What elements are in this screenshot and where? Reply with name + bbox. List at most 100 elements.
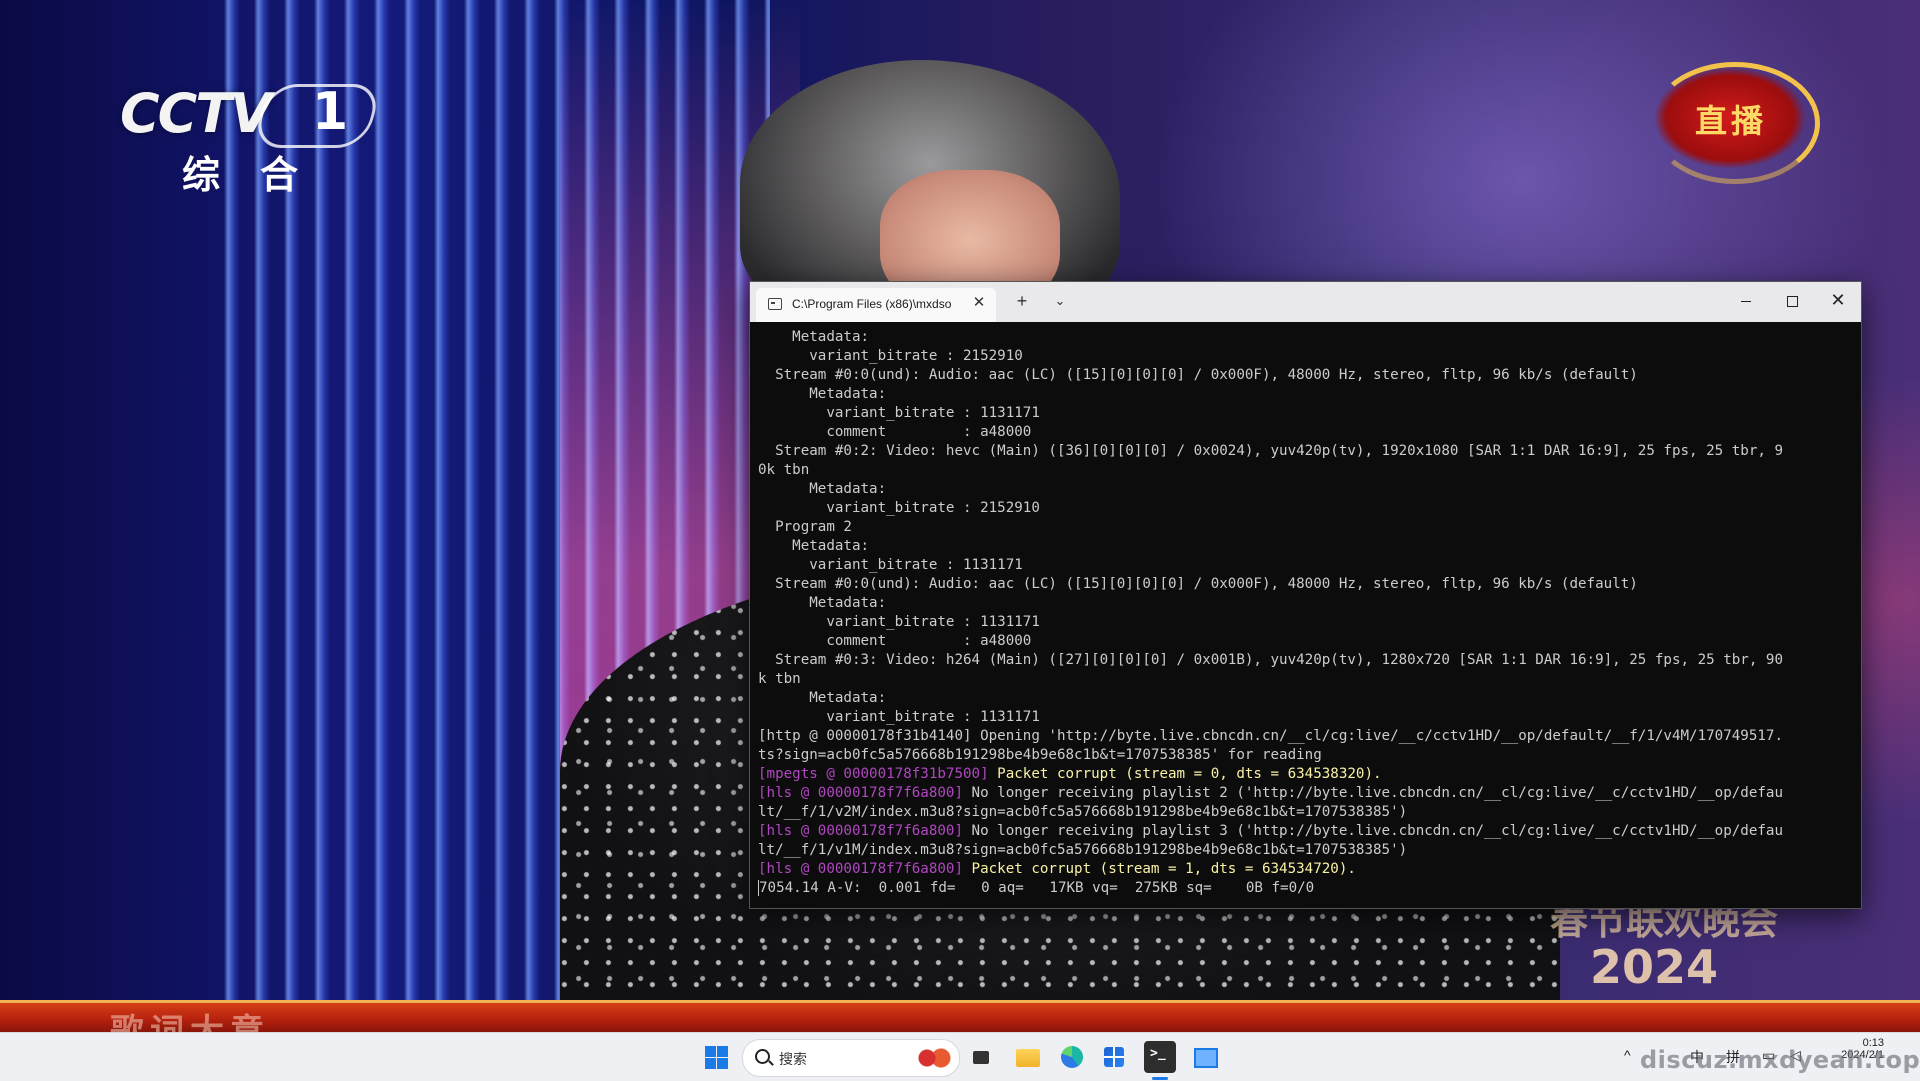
terminal-line: Metadata: <box>758 594 1853 613</box>
maximize-button[interactable] <box>1769 282 1815 318</box>
terminal-window[interactable]: C:\Program Files (x86)\mxdso ✕ + ⌄ ✕ Met… <box>749 281 1862 909</box>
terminal-line-text: Metadata: <box>758 386 887 402</box>
start-icon-tile <box>717 1058 728 1069</box>
log-source-tag: [hls @ 00000178f7f6a800] <box>758 861 972 877</box>
terminal-line: comment : a48000 <box>758 423 1853 442</box>
terminal-line: Metadata: <box>758 689 1853 708</box>
terminal-line: Stream #0:3: Video: h264 (Main) ([27][0]… <box>758 651 1853 670</box>
start-icon-tile <box>705 1058 716 1069</box>
terminal-line-text: Stream #0:3: Video: h264 (Main) ([27][0]… <box>758 652 1783 668</box>
terminal-line-text: variant_bitrate : 1131171 <box>758 614 1040 630</box>
terminal-line-text: variant_bitrate : 1131171 <box>758 709 1040 725</box>
terminal-line: variant_bitrate : 1131171 <box>758 404 1853 423</box>
edge-browser-icon[interactable] <box>1056 1041 1088 1073</box>
terminal-line-text: 0k tbn <box>758 462 810 478</box>
terminal-line: variant_bitrate : 1131171 <box>758 556 1853 575</box>
terminal-line: comment : a48000 <box>758 632 1853 651</box>
taskbar-search-box[interactable]: 搜索 <box>742 1039 960 1077</box>
tray-overflow-chevron-icon[interactable]: ^ <box>1624 1047 1631 1063</box>
terminal-line-text: comment : a48000 <box>758 633 1032 649</box>
search-highlight-icon <box>913 1046 953 1070</box>
log-source-tag: [mpegts @ 00000178f31b7500] <box>758 766 998 782</box>
minimize-button[interactable] <box>1723 282 1769 318</box>
terminal-line: [hls @ 00000178f7f6a800] No longer recei… <box>758 784 1853 803</box>
gala-year: 2024 <box>1590 940 1719 994</box>
terminal-line: Stream #0:0(und): Audio: aac (LC) ([15][… <box>758 575 1853 594</box>
terminal-tab[interactable]: C:\Program Files (x86)\mxdso ✕ <box>756 288 996 322</box>
tab-dropdown-chevron-icon[interactable]: ⌄ <box>1050 291 1070 311</box>
terminal-line: variant_bitrate : 1131171 <box>758 708 1853 727</box>
terminal-output[interactable]: Metadata: variant_bitrate : 2152910 Stre… <box>750 322 1861 908</box>
terminal-line-text: Stream #0:2: Video: hevc (Main) ([36][0]… <box>758 443 1783 459</box>
search-placeholder: 搜索 <box>779 1051 807 1067</box>
terminal-line-text: k tbn <box>758 671 801 687</box>
terminal-line: Stream #0:0(und): Audio: aac (LC) ([15][… <box>758 366 1853 385</box>
log-source-tag: [hls @ 00000178f7f6a800] <box>758 823 972 839</box>
terminal-line: variant_bitrate : 2152910 <box>758 347 1853 366</box>
terminal-line: [hls @ 00000178f7f6a800] Packet corrupt … <box>758 860 1853 879</box>
terminal-line: Program 2 <box>758 518 1853 537</box>
start-icon-tile <box>717 1046 728 1057</box>
terminal-app-icon[interactable] <box>1144 1041 1176 1073</box>
task-view-icon[interactable] <box>966 1041 998 1073</box>
start-icon-tile <box>705 1046 716 1057</box>
new-tab-button[interactable]: + <box>1012 291 1032 311</box>
terminal-line: 7054.14 A-V: 0.001 fd= 0 aq= 17KB vq= 27… <box>758 879 1853 898</box>
terminal-line-text: Stream #0:0(und): Audio: aac (LC) ([15][… <box>758 367 1638 383</box>
terminal-line: lt/__f/1/v2M/index.m3u8?sign=acb0fc5a576… <box>758 803 1853 822</box>
log-source-tag: [hls @ 00000178f7f6a800] <box>758 785 972 801</box>
terminal-line: ts?sign=acb0fc5a576668b191298be4b9e68c1b… <box>758 746 1853 765</box>
start-windows-icon[interactable] <box>700 1041 732 1073</box>
terminal-line-text: Packet corrupt (stream = 0, dts = 634538… <box>997 766 1382 782</box>
terminal-line: [http @ 00000178f31b4140] Opening 'http:… <box>758 727 1853 746</box>
terminal-line: Stream #0:2: Video: hevc (Main) ([36][0]… <box>758 442 1853 461</box>
channel-logo: CCTV 1 综合 <box>120 82 383 197</box>
site-watermark: discuz.mxdyeah.top <box>1640 1046 1920 1074</box>
terminal-line: 0k tbn <box>758 461 1853 480</box>
terminal-line: [mpegts @ 00000178f31b7500] Packet corru… <box>758 765 1853 784</box>
terminal-line: variant_bitrate : 2152910 <box>758 499 1853 518</box>
channel-logo-number: 1 <box>312 82 349 142</box>
microsoft-store-icon[interactable] <box>1098 1041 1130 1073</box>
lyrics-banner <box>0 1000 1920 1032</box>
terminal-line-text: comment : a48000 <box>758 424 1032 440</box>
terminal-line-text: Stream #0:0(und): Audio: aac (LC) ([15][… <box>758 576 1638 592</box>
minimize-icon <box>1741 300 1751 302</box>
terminal-line: lt/__f/1/v1M/index.m3u8?sign=acb0fc5a576… <box>758 841 1853 860</box>
search-icon <box>755 1049 770 1064</box>
file-explorer-icon[interactable] <box>1012 1041 1044 1073</box>
terminal-line: Metadata: <box>758 328 1853 347</box>
terminal-line-text: variant_bitrate : 2152910 <box>758 348 1023 364</box>
terminal-line: [hls @ 00000178f7f6a800] No longer recei… <box>758 822 1853 841</box>
terminal-line-text: Program 2 <box>758 519 852 535</box>
maximize-icon <box>1786 295 1798 307</box>
live-badge-label: 直播 <box>1695 102 1768 140</box>
taskbar: 搜索 ^ 中 拼 ▭ ◁ 0:13 2024/2/1 <box>0 1032 1920 1081</box>
channel-sub-label: 综合 <box>182 153 339 197</box>
terminal-line-text: ts?sign=acb0fc5a576668b191298be4b9e68c1b… <box>758 747 1322 763</box>
close-button[interactable]: ✕ <box>1815 282 1861 318</box>
terminal-line: k tbn <box>758 670 1853 689</box>
terminal-line-text: Packet corrupt (stream = 1, dts = 634534… <box>971 861 1356 877</box>
terminal-line-text: Metadata: <box>758 690 887 706</box>
lyrics-text: 歌词大意 <box>110 1012 270 1032</box>
terminal-line-text: variant_bitrate : 1131171 <box>758 557 1023 573</box>
terminal-line-text: Metadata: <box>758 329 870 345</box>
terminal-tab-title: C:\Program Files (x86)\mxdso <box>792 297 952 311</box>
terminal-line-text: lt/__f/1/v1M/index.m3u8?sign=acb0fc5a576… <box>758 842 1408 858</box>
terminal-line-text: variant_bitrate : 2152910 <box>758 500 1040 516</box>
terminal-line-text: lt/__f/1/v2M/index.m3u8?sign=acb0fc5a576… <box>758 804 1408 820</box>
terminal-line-text: [http @ 00000178f31b4140] Opening 'http:… <box>758 728 1783 744</box>
terminal-line-text: No longer receiving playlist 2 ('http://… <box>971 785 1783 801</box>
terminal-line-text: Metadata: <box>758 595 887 611</box>
terminal-line-text: Metadata: <box>758 481 887 497</box>
terminal-titlebar[interactable]: C:\Program Files (x86)\mxdso ✕ + ⌄ ✕ <box>750 282 1861 322</box>
terminal-line-text: 7054.14 A-V: 0.001 fd= 0 aq= 17KB vq= 27… <box>759 880 1315 896</box>
tab-close-icon[interactable]: ✕ <box>970 294 988 312</box>
terminal-line: Metadata: <box>758 480 1853 499</box>
terminal-tab-icon <box>768 298 782 310</box>
terminal-line: variant_bitrate : 1131171 <box>758 613 1853 632</box>
remote-desktop-icon[interactable] <box>1188 1041 1220 1073</box>
terminal-line-text: No longer receiving playlist 3 ('http://… <box>971 823 1783 839</box>
terminal-line: Metadata: <box>758 537 1853 556</box>
